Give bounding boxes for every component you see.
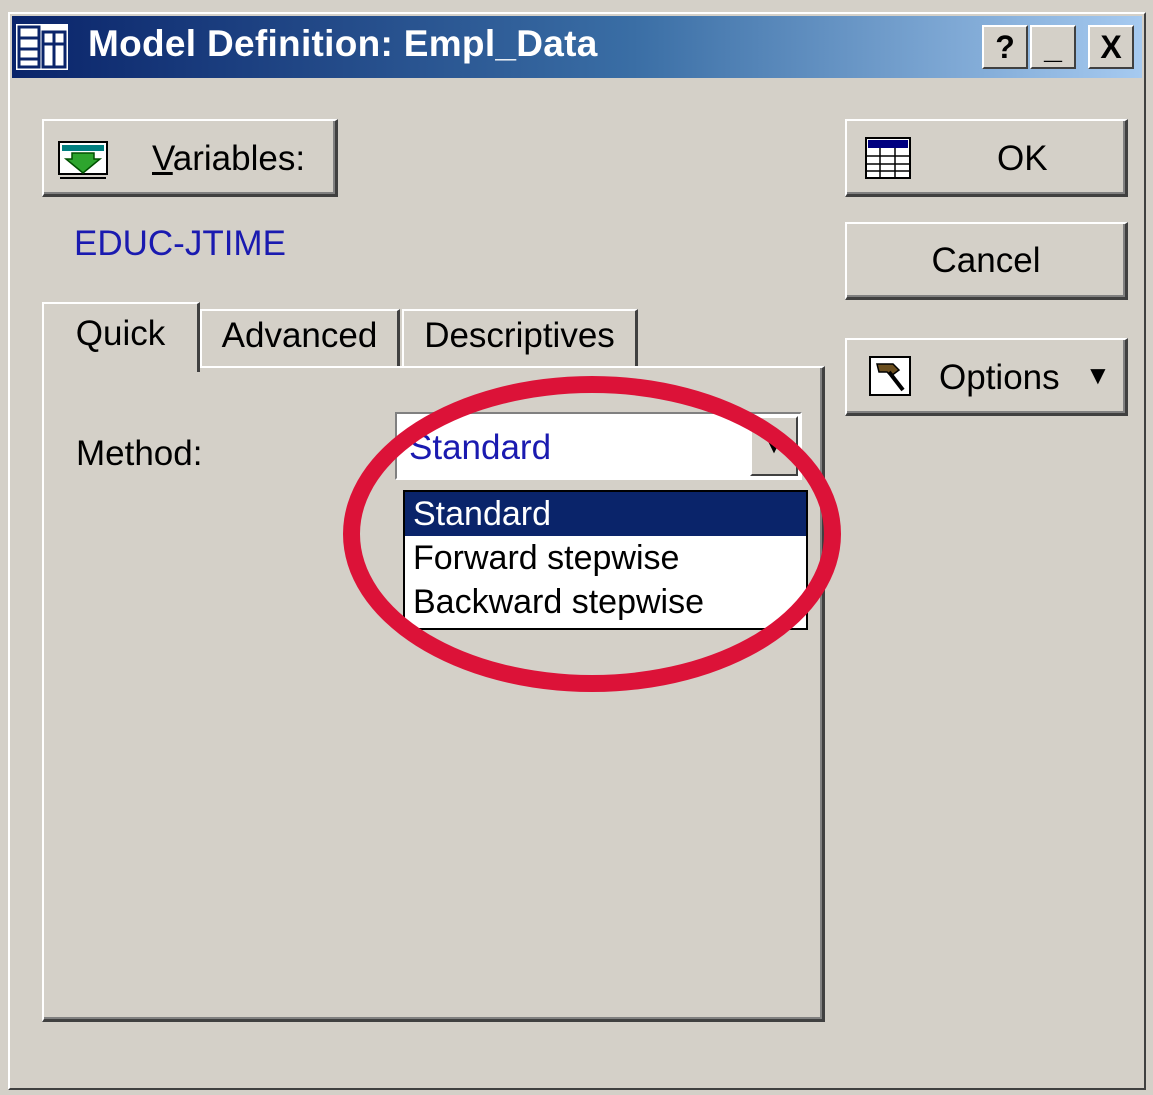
chevron-down-icon[interactable]: ▼ (750, 416, 798, 476)
method-selected-value: Standard (409, 428, 552, 467)
method-option-standard[interactable]: Standard (405, 492, 806, 536)
method-option-forward-stepwise[interactable]: Forward stepwise (405, 536, 806, 580)
tab-advanced[interactable]: Advanced (200, 309, 400, 366)
method-option-backward-stepwise[interactable]: Backward stepwise (405, 580, 806, 624)
hammer-options-icon (869, 356, 911, 396)
selected-variables-text: EDUC-JTIME (74, 224, 286, 263)
variables-hotkey: V (152, 139, 173, 178)
help-button[interactable]: ? (982, 25, 1028, 69)
app-icon (16, 24, 68, 70)
tab-quick[interactable]: Quick (42, 302, 200, 372)
method-label-text: ethod: (105, 434, 203, 473)
ok-label: OK (997, 139, 1048, 178)
ok-button[interactable]: OK (845, 119, 1128, 197)
minimize-button[interactable]: _ (1030, 25, 1076, 69)
window-title: Model Definition: Empl_Data (88, 23, 598, 64)
variables-button[interactable]: Variables: (42, 119, 338, 197)
cancel-button[interactable]: Cancel (845, 222, 1128, 300)
title-bar[interactable]: Model Definition: Empl_Data ? _ X (12, 16, 1142, 78)
close-button[interactable]: X (1088, 25, 1134, 69)
variables-list-icon (58, 141, 108, 181)
model-definition-dialog: Model Definition: Empl_Data ? _ X Variab… (8, 12, 1146, 1090)
options-label: Options (939, 358, 1060, 397)
method-combobox[interactable]: Standard ▼ (395, 412, 802, 480)
method-dropdown-list: Standard Forward stepwise Backward stepw… (403, 490, 808, 630)
method-hotkey: M (76, 434, 106, 473)
spreadsheet-icon (865, 137, 911, 179)
chevron-down-icon: ▼ (1085, 360, 1111, 390)
variables-label: ariables: (172, 139, 306, 178)
cancel-label: Cancel (931, 240, 1041, 280)
method-label: Method: (76, 434, 202, 474)
tab-descriptives[interactable]: Descriptives (402, 309, 638, 366)
options-button[interactable]: Options ▼ (845, 338, 1128, 416)
